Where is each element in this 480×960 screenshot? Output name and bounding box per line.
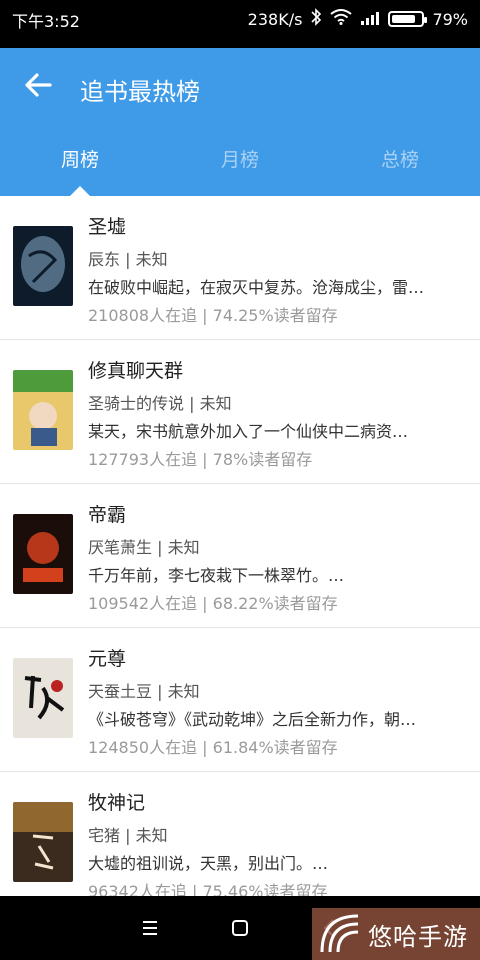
tab-overall[interactable]: 总榜: [320, 140, 480, 180]
watermark-text: 悠哈手游: [368, 922, 468, 951]
wifi-icon: [330, 9, 353, 29]
menu-button[interactable]: [136, 914, 164, 942]
battery-percent: 79%: [432, 9, 468, 29]
book-meta: 辰东 | 未知: [88, 250, 168, 269]
book-stats: 109542人在追 | 68.22%读者留存: [88, 594, 338, 613]
tab-weekly[interactable]: 周榜: [0, 140, 160, 180]
bluetooth-icon: [310, 8, 322, 30]
book-description: 《斗破苍穹》《武动乾坤》之后全新力作，朝…: [88, 710, 417, 729]
list-item[interactable]: 帝霸 厌笔萧生 | 未知 千万年前，李七夜栽下一株翠竹。… 109542人在追 …: [0, 484, 480, 628]
book-description: 大墟的祖训说，天黑，别出门。…: [88, 854, 329, 873]
book-stats: 210808人在追 | 74.25%读者留存: [88, 306, 338, 325]
cover-art-image: [13, 658, 73, 738]
book-cover: [13, 226, 73, 306]
book-meta: 圣骑士的传说 | 未知: [88, 394, 232, 413]
book-cover: [13, 802, 73, 882]
cover-art-image: [13, 514, 73, 594]
book-meta: 宅猪 | 未知: [88, 826, 168, 845]
cover-art-image: [13, 226, 73, 306]
status-time: 下午3:52: [12, 12, 80, 31]
list-item[interactable]: 元尊 天蚕土豆 | 未知 《斗破苍穹》《武动乾坤》之后全新力作，朝… 12485…: [0, 628, 480, 772]
book-title: 修真聊天群: [88, 360, 184, 382]
book-description: 在破败中崛起，在寂灭中复苏。沧海成尘，雷…: [88, 278, 425, 297]
watermark-logo-icon: [320, 914, 359, 953]
cover-art-image: [13, 370, 73, 450]
net-speed: 238K/s: [247, 9, 303, 29]
back-button[interactable]: [22, 68, 56, 102]
list-item[interactable]: 修真聊天群 圣骑士的传说 | 未知 某天，宋书航意外加入了一个仙侠中二病资… 1…: [0, 340, 480, 484]
book-title: 牧神记: [88, 792, 146, 814]
book-meta: 厌笔萧生 | 未知: [88, 538, 200, 557]
battery-icon: [388, 11, 428, 27]
tab-monthly[interactable]: 月榜: [160, 140, 320, 180]
book-cover: [13, 370, 73, 450]
page-title: 追书最热榜: [80, 78, 200, 106]
book-title: 帝霸: [88, 504, 127, 526]
book-title: 圣墟: [88, 216, 127, 238]
app-header: 追书最热榜 周榜 月榜 总榜: [0, 48, 480, 196]
book-description: 某天，宋书航意外加入了一个仙侠中二病资…: [88, 422, 409, 441]
tab-indicator: [70, 186, 90, 196]
home-icon: [232, 920, 248, 936]
book-stats: 124850人在追 | 61.84%读者留存: [88, 738, 338, 757]
book-description: 千万年前，李七夜栽下一株翠竹。…: [88, 566, 345, 585]
book-list: 圣墟 辰东 | 未知 在破败中崛起，在寂灭中复苏。沧海成尘，雷… 210808人…: [0, 196, 480, 896]
list-item[interactable]: 圣墟 辰东 | 未知 在破败中崛起，在寂灭中复苏。沧海成尘，雷… 210808人…: [0, 196, 480, 340]
book-title: 元尊: [88, 648, 127, 670]
status-bar: 下午3:52 238K/s 79%: [0, 0, 480, 48]
book-stats: 127793人在追 | 78%读者留存: [88, 450, 313, 469]
tab-bar: 周榜 月榜 总榜: [0, 140, 480, 180]
book-stats: 96342人在追 | 75.46%读者留存: [88, 882, 328, 896]
book-cover: [13, 658, 73, 738]
watermark: 悠哈手游: [312, 908, 480, 960]
arrow-left-icon: [25, 73, 52, 97]
book-cover: [13, 514, 73, 594]
status-icons: 238K/s 79%: [248, 8, 468, 30]
home-button[interactable]: [226, 914, 254, 942]
list-item[interactable]: 牧神记 宅猪 | 未知 大墟的祖训说，天黑，别出门。… 96342人在追 | 7…: [0, 772, 480, 896]
signal-icon: [360, 10, 380, 29]
book-meta: 天蚕土豆 | 未知: [88, 682, 200, 701]
menu-icon: [143, 921, 157, 935]
cover-art-image: [13, 802, 73, 882]
